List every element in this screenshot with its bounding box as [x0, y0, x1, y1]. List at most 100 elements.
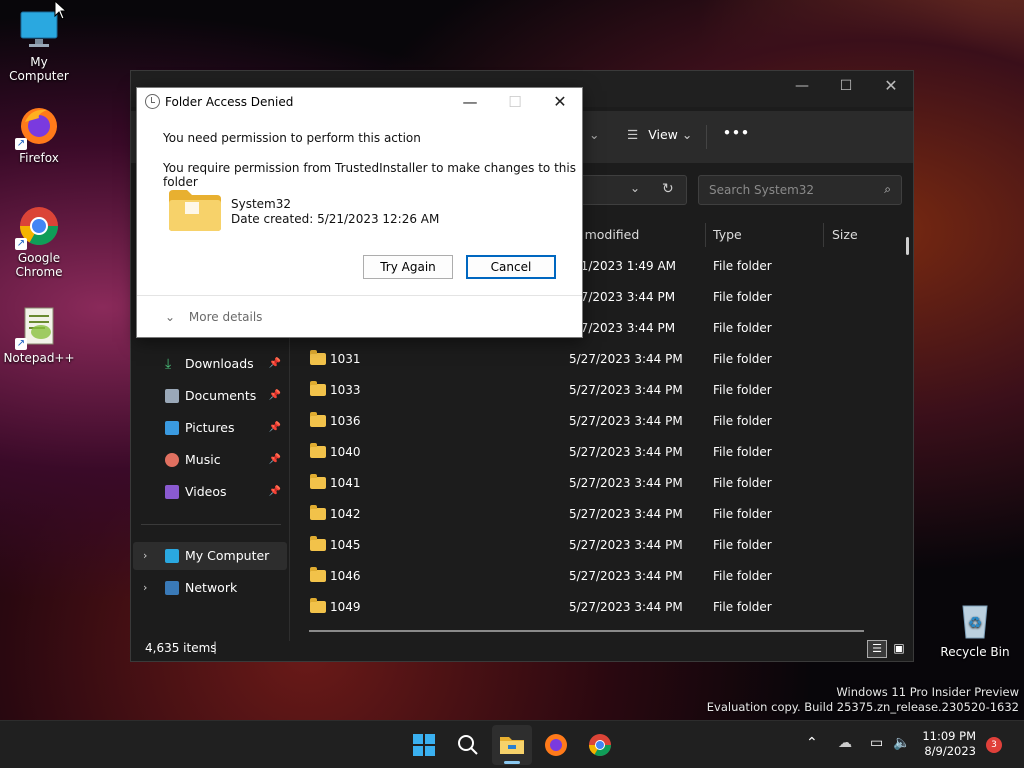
folder-icon: [310, 505, 326, 520]
chevron-right-icon[interactable]: ›: [143, 542, 147, 570]
start-button[interactable]: [404, 725, 444, 765]
vertical-scrollbar[interactable]: [906, 237, 909, 255]
dialog-divider: [137, 295, 582, 296]
network-status-icon[interactable]: ▭: [870, 735, 883, 751]
folder-icon: [310, 381, 326, 396]
folder-icon: [500, 737, 524, 754]
chevron-down-icon[interactable]: ⌄: [589, 127, 599, 142]
column-divider[interactable]: [823, 223, 824, 247]
desktop-icon-recycle-bin[interactable]: ♻ Recycle Bin: [937, 598, 1013, 659]
notepadpp-icon: ↗: [15, 304, 61, 350]
file-type: File folder: [713, 600, 772, 614]
refresh-icon[interactable]: ↻: [662, 181, 674, 197]
see-more-button[interactable]: •••: [723, 125, 750, 140]
file-row[interactable]: 1046 5/27/2023 3:44 PM File folder: [290, 561, 890, 592]
file-row[interactable]: 1041 5/27/2023 3:44 PM File folder: [290, 468, 890, 499]
folder-icon: [310, 443, 326, 458]
pin-icon[interactable]: 📌: [269, 350, 281, 378]
nav-item-videos[interactable]: Videos 📌: [133, 478, 287, 506]
videos-icon: [165, 485, 179, 499]
clock-date: 8/9/2023: [924, 744, 976, 758]
search-input[interactable]: Search System32 ⌕: [698, 175, 902, 205]
file-row[interactable]: 1031 5/27/2023 3:44 PM File folder: [290, 344, 890, 375]
system-clock[interactable]: 11:09 PM 8/9/2023: [922, 729, 976, 759]
desktop-icon-label: Recycle Bin: [940, 645, 1010, 659]
close-button[interactable]: ✕: [868, 71, 914, 101]
nav-item-pictures[interactable]: Pictures 📌: [133, 414, 287, 442]
chevron-right-icon[interactable]: ›: [143, 574, 147, 602]
dialog-minimize-button[interactable]: —: [447, 88, 493, 116]
file-date-modified: 5/27/2023 3:44 PM: [569, 352, 683, 366]
show-hidden-icons-chevron[interactable]: ⌃: [806, 735, 818, 751]
minimize-button[interactable]: —: [779, 71, 825, 101]
firefox-icon: ↗: [15, 104, 61, 150]
desktop-icon-chrome[interactable]: ↗ Google Chrome: [1, 204, 77, 279]
active-indicator: [504, 761, 520, 764]
taskbar-file-explorer[interactable]: [492, 725, 532, 765]
file-row[interactable]: 1036 5/27/2023 3:44 PM File folder: [290, 406, 890, 437]
nav-item-label: Documents: [185, 388, 257, 403]
nav-item-downloads[interactable]: ⤓ Downloads 📌: [133, 350, 287, 378]
search-icon: [458, 735, 478, 755]
file-row[interactable]: 1040 5/27/2023 3:44 PM File folder: [290, 437, 890, 468]
taskbar-firefox[interactable]: [536, 725, 576, 765]
pin-icon[interactable]: 📌: [269, 414, 281, 442]
view-menu-button[interactable]: ☰ View ⌄: [627, 127, 692, 142]
file-name: 1036: [330, 414, 361, 428]
nav-item-network[interactable]: › Network: [133, 574, 287, 602]
folder-icon: [310, 412, 326, 427]
column-divider[interactable]: [705, 223, 706, 247]
maximize-button[interactable]: ☐: [823, 71, 869, 101]
file-row[interactable]: 1042 5/27/2023 3:44 PM File folder: [290, 499, 890, 530]
folder-name: System32: [231, 197, 292, 211]
file-type: File folder: [713, 569, 772, 583]
taskbar: ⌃ ☁ ▭ 🔈 11:09 PM 8/9/2023 3: [0, 720, 1024, 768]
desktop-icon-notepadpp[interactable]: ↗ Notepad++: [1, 304, 77, 365]
file-name: 1033: [330, 383, 361, 397]
dialog-close-button[interactable]: ✕: [537, 88, 583, 116]
desktop-icon-firefox[interactable]: ↗ Firefox: [1, 104, 77, 165]
file-type: File folder: [713, 476, 772, 490]
status-bar: 4,635 items | ☰ ▣: [131, 637, 913, 661]
search-button[interactable]: [448, 725, 488, 765]
document-icon: [165, 389, 179, 403]
file-type: File folder: [713, 321, 772, 335]
column-header-type[interactable]: Type: [713, 221, 742, 249]
pin-icon[interactable]: 📌: [269, 382, 281, 410]
file-date-modified: /27/2023 3:44 PM: [569, 321, 676, 335]
pin-icon[interactable]: 📌: [269, 478, 281, 506]
chrome-icon: [589, 734, 611, 756]
list-view-icon: ☰: [627, 127, 639, 142]
file-date-modified: 5/27/2023 3:44 PM: [569, 600, 683, 614]
desktop-icon-label: Firefox: [19, 151, 59, 165]
file-date-modified: 5/27/2023 3:44 PM: [569, 383, 683, 397]
column-header-size[interactable]: Size: [832, 221, 858, 249]
tiles-view-icon[interactable]: ▣: [889, 640, 909, 658]
file-row[interactable]: 1045 5/27/2023 3:44 PM File folder: [290, 530, 890, 561]
more-details-toggle[interactable]: ⌄ More details: [165, 310, 262, 324]
desktop-icon-label: Google Chrome: [15, 251, 63, 279]
mouse-cursor-icon: [54, 0, 68, 20]
file-name: 1046: [330, 569, 361, 583]
horizontal-scrollbar[interactable]: [309, 630, 864, 632]
cancel-button[interactable]: Cancel: [466, 255, 556, 279]
cloud-offline-icon[interactable]: ☁: [838, 735, 852, 751]
file-row[interactable]: 1033 5/27/2023 3:44 PM File folder: [290, 375, 890, 406]
file-name: 1042: [330, 507, 361, 521]
details-view-icon[interactable]: ☰: [867, 640, 887, 658]
file-type: File folder: [713, 507, 772, 521]
nav-item-music[interactable]: Music 📌: [133, 446, 287, 474]
chevron-down-icon[interactable]: ⌄: [630, 181, 640, 195]
notification-badge[interactable]: 3: [986, 737, 1002, 753]
file-row[interactable]: 1049 5/27/2023 3:44 PM File folder: [290, 592, 890, 623]
try-again-button[interactable]: Try Again: [363, 255, 453, 279]
file-date-modified: /27/2023 3:44 PM: [569, 290, 676, 304]
toolbar-divider: [706, 125, 707, 149]
volume-icon[interactable]: 🔈: [893, 735, 910, 751]
taskbar-chrome[interactable]: [580, 725, 620, 765]
pin-icon[interactable]: 📌: [269, 446, 281, 474]
nav-item-my-computer[interactable]: › My Computer: [133, 542, 287, 570]
monitor-icon: [165, 549, 179, 563]
folder-access-denied-dialog: Folder Access Denied — ☐ ✕ You need perm…: [136, 87, 583, 338]
nav-item-documents[interactable]: Documents 📌: [133, 382, 287, 410]
